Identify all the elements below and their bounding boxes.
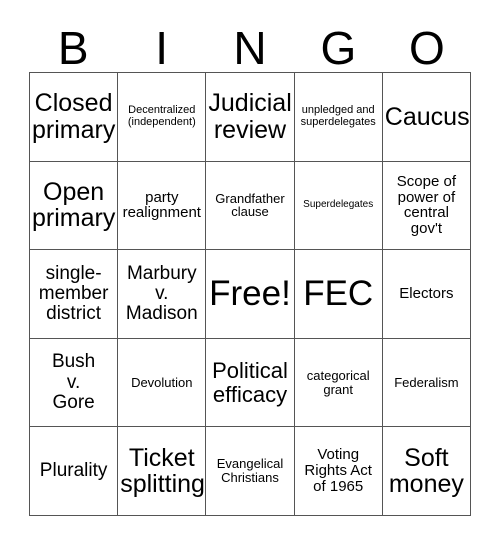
bingo-cell-label: Political efficacy xyxy=(212,358,288,407)
bingo-cell[interactable]: Marbury v. Madison xyxy=(118,250,207,339)
bingo-cell-label: Decentralized (independent) xyxy=(127,104,196,128)
bingo-cell-label: categorical grant xyxy=(306,367,370,397)
bingo-cell-label: FEC xyxy=(303,274,374,314)
bingo-cell-label: Federalism xyxy=(394,374,459,390)
bingo-cell[interactable]: Superdelegates xyxy=(294,161,383,251)
bingo-cell[interactable]: unpledged and superdelegates xyxy=(294,73,383,162)
bingo-cell[interactable]: Decentralized (independent) xyxy=(118,73,207,162)
bingo-cell-label: Electors xyxy=(399,285,454,303)
bingo-cell[interactable]: Judicial review xyxy=(206,73,295,162)
bingo-cell-label: Devolution xyxy=(131,374,193,390)
bingo-cell-label: unpledged and superdelegates xyxy=(300,104,376,128)
bingo-cell-label: Soft money xyxy=(388,443,464,499)
bingo-cell[interactable]: Grandfather clause xyxy=(206,161,295,251)
bingo-cell-label: Open primary xyxy=(32,177,116,233)
bingo-cell-label: Judicial review xyxy=(208,89,292,144)
bingo-cell[interactable]: Evangelical Christians xyxy=(206,427,295,516)
bingo-cell-label: Plurality xyxy=(39,460,108,482)
bingo-cell[interactable]: Open primary xyxy=(30,161,119,251)
bingo-header: B I N G O xyxy=(29,17,471,72)
bingo-cell[interactable]: Ticket splitting xyxy=(118,427,207,516)
header-letter-g: G xyxy=(320,22,357,74)
bingo-cell-label: Bush v. Gore xyxy=(51,351,96,413)
bingo-cell[interactable]: Closed primary xyxy=(30,73,119,162)
header-letter-o: O xyxy=(408,22,445,74)
bingo-cell[interactable]: categorical grant xyxy=(294,338,383,428)
bingo-cell[interactable]: Plurality xyxy=(30,427,119,516)
bingo-cell-label: Superdelegates xyxy=(303,199,374,211)
bingo-cell-label: Grandfather clause xyxy=(215,190,285,220)
bingo-cell-label: Marbury v. Madison xyxy=(125,262,198,325)
bingo-cell-free[interactable]: Free! xyxy=(206,250,295,339)
header-letter-n: N xyxy=(233,22,267,74)
bingo-cell[interactable]: Federalism xyxy=(382,338,471,428)
bingo-cell-label: Free! xyxy=(209,274,291,314)
bingo-cell-label: single- member district xyxy=(38,262,109,325)
bingo-grid: Closed primary Decentralized (independen… xyxy=(29,72,471,516)
bingo-cell[interactable]: Caucus xyxy=(382,73,471,162)
bingo-cell[interactable]: Scope of power of central gov't xyxy=(382,161,471,251)
bingo-cell-label: Evangelical Christians xyxy=(216,456,284,486)
bingo-cell[interactable]: Soft money xyxy=(382,427,471,516)
bingo-cell-label: party realignment xyxy=(122,188,201,222)
header-letter-i: I xyxy=(155,22,168,74)
bingo-cell-label: Ticket splitting xyxy=(120,443,205,499)
bingo-card: B I N G O Closed primary Decentralized (… xyxy=(0,0,500,544)
bingo-cell[interactable]: Devolution xyxy=(118,338,207,428)
bingo-cell-label: Scope of power of central gov't xyxy=(396,172,456,238)
bingo-cell-label: Closed primary xyxy=(32,89,116,144)
bingo-cell[interactable]: FEC xyxy=(294,250,383,339)
bingo-cell-label: Voting Rights Act of 1965 xyxy=(304,446,372,496)
bingo-cell[interactable]: Voting Rights Act of 1965 xyxy=(294,427,383,516)
bingo-cell[interactable]: Bush v. Gore xyxy=(30,338,119,428)
bingo-cell[interactable]: single- member district xyxy=(30,250,119,339)
header-letter-b: B xyxy=(57,22,89,74)
bingo-cell-label: Caucus xyxy=(384,102,470,131)
bingo-cell[interactable]: party realignment xyxy=(118,161,207,251)
bingo-cell[interactable]: Political efficacy xyxy=(206,338,295,428)
bingo-cell[interactable]: Electors xyxy=(382,250,471,339)
